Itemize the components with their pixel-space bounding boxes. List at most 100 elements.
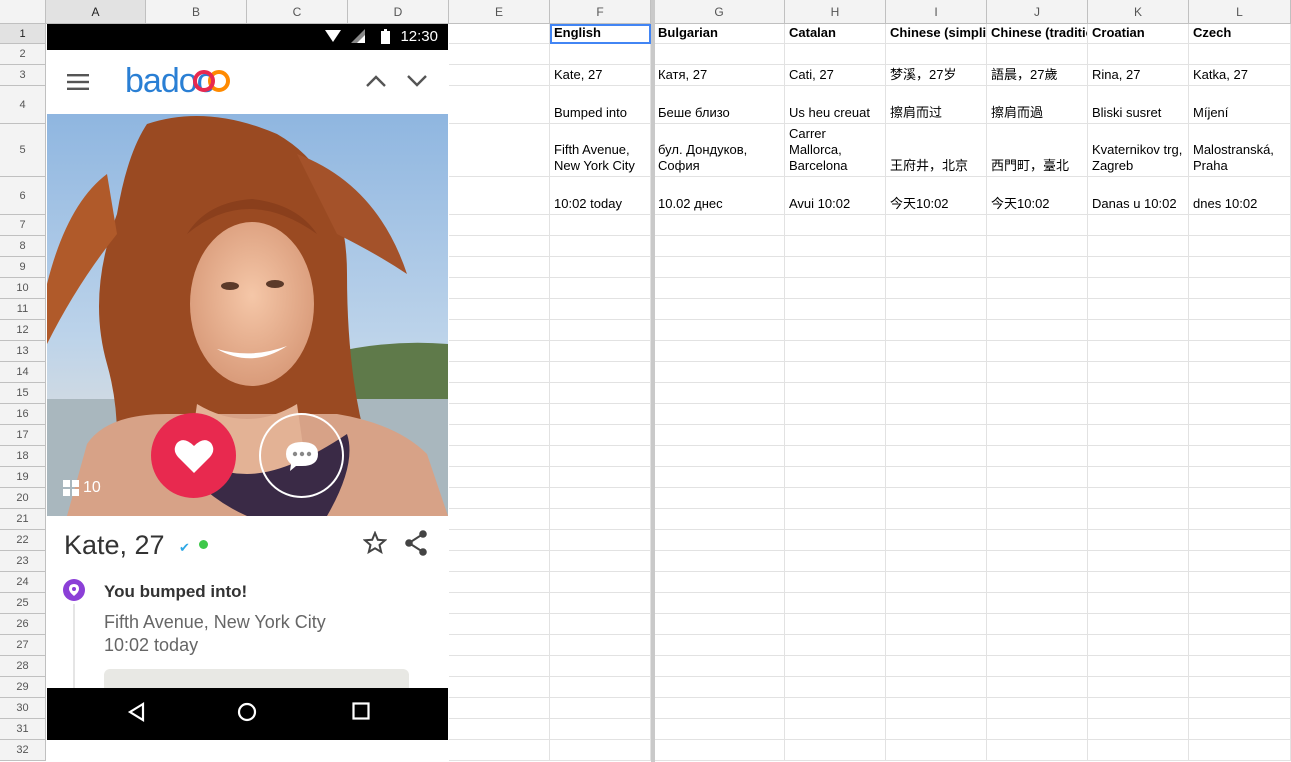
cell-h2[interactable] bbox=[785, 44, 886, 65]
row-header-22[interactable]: 22 bbox=[0, 530, 46, 551]
cell-l4[interactable]: Míjení bbox=[1189, 86, 1291, 124]
cell-l30[interactable] bbox=[1189, 698, 1291, 719]
cell-f18[interactable] bbox=[550, 446, 651, 467]
row-header-13[interactable]: 13 bbox=[0, 341, 46, 362]
cell-l26[interactable] bbox=[1189, 614, 1291, 635]
cell-i7[interactable] bbox=[886, 215, 987, 236]
cell-g17[interactable] bbox=[654, 425, 785, 446]
row-header-3[interactable]: 3 bbox=[0, 65, 46, 86]
cell-e25[interactable] bbox=[449, 593, 550, 614]
cell-i21[interactable] bbox=[886, 509, 987, 530]
cell-e16[interactable] bbox=[449, 404, 550, 425]
cell-i5[interactable]: 王府井，北京 bbox=[886, 124, 987, 177]
cell-l11[interactable] bbox=[1189, 299, 1291, 320]
chat-button[interactable] bbox=[259, 413, 344, 498]
row-header-17[interactable]: 17 bbox=[0, 425, 46, 446]
cell-g13[interactable] bbox=[654, 341, 785, 362]
cell-i6[interactable]: 今天10:02 bbox=[886, 177, 987, 215]
cell-l28[interactable] bbox=[1189, 656, 1291, 677]
cell-h4[interactable]: Us heu creuat bbox=[785, 86, 886, 124]
cell-i26[interactable] bbox=[886, 614, 987, 635]
cell-g21[interactable] bbox=[654, 509, 785, 530]
row-header-11[interactable]: 11 bbox=[0, 299, 46, 320]
row-header-6[interactable]: 6 bbox=[0, 177, 46, 215]
cell-h7[interactable] bbox=[785, 215, 886, 236]
cell-i2[interactable] bbox=[886, 44, 987, 65]
cell-g14[interactable] bbox=[654, 362, 785, 383]
cell-e26[interactable] bbox=[449, 614, 550, 635]
cell-g6[interactable]: 10.02 днес bbox=[654, 177, 785, 215]
cell-k25[interactable] bbox=[1088, 593, 1189, 614]
cell-f1[interactable]: English bbox=[550, 24, 651, 44]
cell-l17[interactable] bbox=[1189, 425, 1291, 446]
cell-l7[interactable] bbox=[1189, 215, 1291, 236]
cell-l32[interactable] bbox=[1189, 740, 1291, 761]
cell-f12[interactable] bbox=[550, 320, 651, 341]
row-header-25[interactable]: 25 bbox=[0, 593, 46, 614]
cell-e17[interactable] bbox=[449, 425, 550, 446]
cell-k17[interactable] bbox=[1088, 425, 1189, 446]
cell-l1[interactable]: Czech bbox=[1189, 24, 1291, 44]
cell-e21[interactable] bbox=[449, 509, 550, 530]
row-header-7[interactable]: 7 bbox=[0, 215, 46, 236]
cell-g29[interactable] bbox=[654, 677, 785, 698]
cell-h3[interactable]: Cati, 27 bbox=[785, 65, 886, 86]
photo-counter[interactable]: 10 bbox=[63, 479, 101, 497]
cell-i25[interactable] bbox=[886, 593, 987, 614]
cell-k18[interactable] bbox=[1088, 446, 1189, 467]
cell-g20[interactable] bbox=[654, 488, 785, 509]
cell-i29[interactable] bbox=[886, 677, 987, 698]
cell-i4[interactable]: 擦肩而过 bbox=[886, 86, 987, 124]
cell-g18[interactable] bbox=[654, 446, 785, 467]
cell-i10[interactable] bbox=[886, 278, 987, 299]
cell-g11[interactable] bbox=[654, 299, 785, 320]
cell-h25[interactable] bbox=[785, 593, 886, 614]
cell-j32[interactable] bbox=[987, 740, 1088, 761]
column-header-d[interactable]: D bbox=[348, 0, 449, 24]
cell-h30[interactable] bbox=[785, 698, 886, 719]
cell-k28[interactable] bbox=[1088, 656, 1189, 677]
cell-f32[interactable] bbox=[550, 740, 651, 761]
cell-j12[interactable] bbox=[987, 320, 1088, 341]
row-header-20[interactable]: 20 bbox=[0, 488, 46, 509]
cell-k19[interactable] bbox=[1088, 467, 1189, 488]
cell-k16[interactable] bbox=[1088, 404, 1189, 425]
star-icon[interactable] bbox=[363, 531, 387, 555]
cell-g8[interactable] bbox=[654, 236, 785, 257]
cell-g2[interactable] bbox=[654, 44, 785, 65]
row-header-18[interactable]: 18 bbox=[0, 446, 46, 467]
cell-j29[interactable] bbox=[987, 677, 1088, 698]
cell-h5[interactable]: Carrer Mallorca, Barcelona bbox=[785, 124, 886, 177]
cell-g26[interactable] bbox=[654, 614, 785, 635]
cell-e28[interactable] bbox=[449, 656, 550, 677]
row-header-31[interactable]: 31 bbox=[0, 719, 46, 740]
cell-g1[interactable]: Bulgarian bbox=[654, 24, 785, 44]
frozen-column-divider[interactable] bbox=[651, 0, 655, 762]
row-header-28[interactable]: 28 bbox=[0, 656, 46, 677]
cell-e18[interactable] bbox=[449, 446, 550, 467]
cell-g30[interactable] bbox=[654, 698, 785, 719]
cell-l27[interactable] bbox=[1189, 635, 1291, 656]
cell-j25[interactable] bbox=[987, 593, 1088, 614]
cell-i9[interactable] bbox=[886, 257, 987, 278]
row-header-10[interactable]: 10 bbox=[0, 278, 46, 299]
select-all-corner[interactable] bbox=[0, 0, 46, 24]
column-header-c[interactable]: C bbox=[247, 0, 348, 24]
cell-e12[interactable] bbox=[449, 320, 550, 341]
cell-i11[interactable] bbox=[886, 299, 987, 320]
cell-f25[interactable] bbox=[550, 593, 651, 614]
cell-f19[interactable] bbox=[550, 467, 651, 488]
cell-g7[interactable] bbox=[654, 215, 785, 236]
cell-f11[interactable] bbox=[550, 299, 651, 320]
cell-j15[interactable] bbox=[987, 383, 1088, 404]
cell-i27[interactable] bbox=[886, 635, 987, 656]
cell-g16[interactable] bbox=[654, 404, 785, 425]
cell-e7[interactable] bbox=[449, 215, 550, 236]
cell-k13[interactable] bbox=[1088, 341, 1189, 362]
cell-e5[interactable] bbox=[449, 124, 550, 177]
row-header-1[interactable]: 1 bbox=[0, 24, 46, 44]
cell-k8[interactable] bbox=[1088, 236, 1189, 257]
cell-g9[interactable] bbox=[654, 257, 785, 278]
column-header-h[interactable]: H bbox=[785, 0, 886, 24]
column-header-b[interactable]: B bbox=[146, 0, 247, 24]
